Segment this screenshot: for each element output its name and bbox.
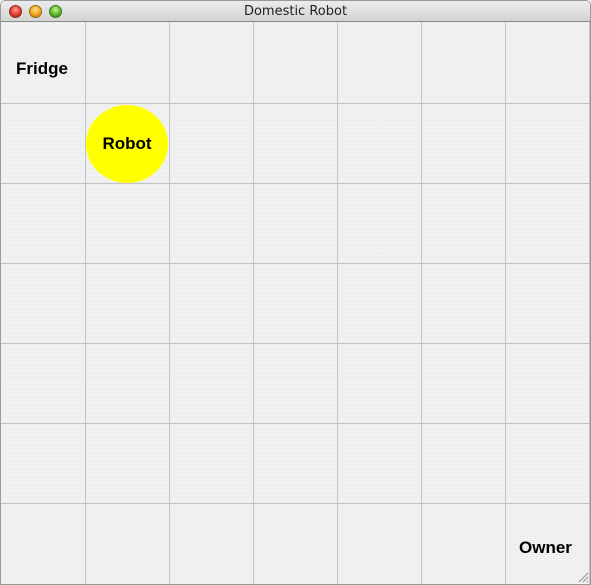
grid-line-horizontal (1, 343, 590, 344)
title-bar[interactable]: Domestic Robot (1, 1, 590, 22)
grid-line-horizontal (1, 503, 590, 504)
grid-line-horizontal (1, 423, 590, 424)
grid-line-vertical (505, 22, 506, 584)
grid-line-vertical (253, 22, 254, 584)
app-window: Domestic Robot Fridge Robot Owner (0, 0, 591, 585)
owner-label: Owner (519, 538, 572, 557)
grid-line-vertical (589, 22, 590, 584)
window-title: Domestic Robot (243, 4, 348, 19)
robot-agent: Robot (86, 105, 168, 183)
grid-line-horizontal (1, 183, 590, 184)
grid-line-vertical (421, 22, 422, 584)
grid-line-horizontal (1, 103, 590, 104)
grid-line-vertical (337, 22, 338, 584)
grid-line-vertical (85, 22, 86, 584)
grid-line-vertical (169, 22, 170, 584)
grid-board: Fridge Robot Owner (1, 22, 590, 584)
grid-line-horizontal (1, 263, 590, 264)
robot-label: Robot (102, 134, 152, 153)
fridge-label: Fridge (16, 59, 68, 78)
resize-grip-icon[interactable] (576, 570, 589, 583)
